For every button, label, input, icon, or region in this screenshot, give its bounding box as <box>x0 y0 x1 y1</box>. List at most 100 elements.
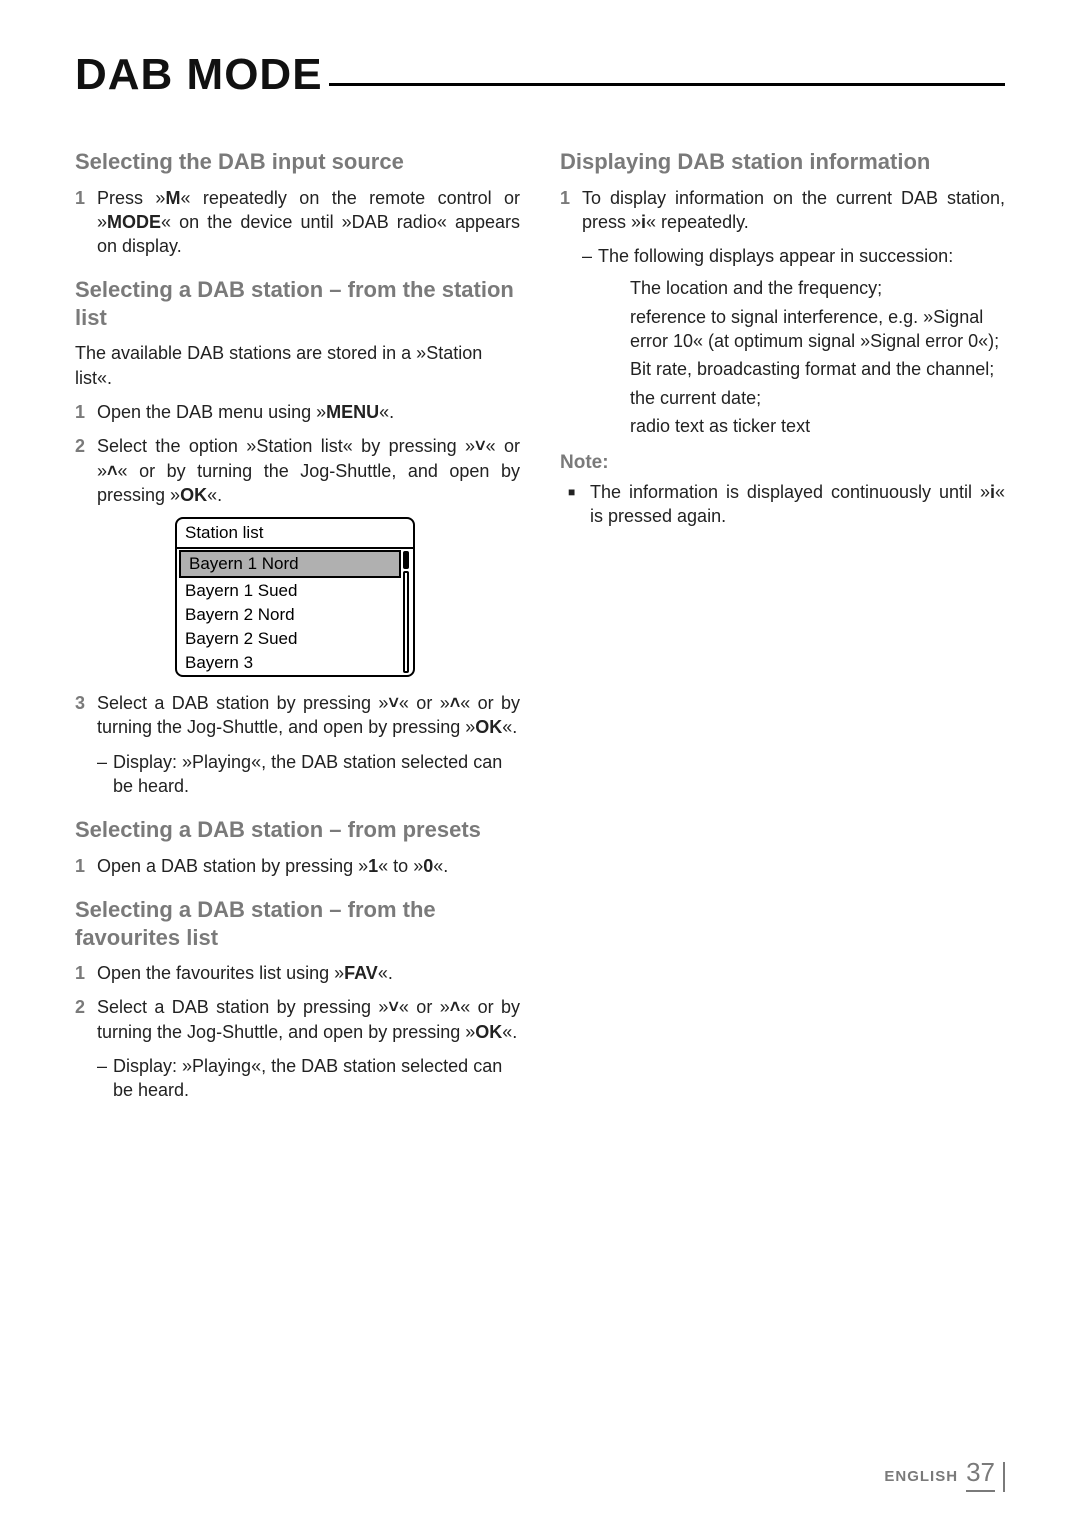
step-number: 3 <box>75 691 97 740</box>
step: 3 Select a DAB station by pressing »˅« o… <box>75 691 520 740</box>
sub-body: Display: »Playing«, the DAB station sele… <box>113 1054 520 1103</box>
text: Select a DAB station by pressing » <box>97 693 388 713</box>
step: 1 Open a DAB station by pressing »1« to … <box>75 854 520 878</box>
title-row: DAB MODE <box>75 50 1005 100</box>
text: « to » <box>378 856 423 876</box>
text: Select the option »Station list« by pres… <box>97 436 475 456</box>
key-1: 1 <box>368 856 378 876</box>
list-item: Bayern 2 Nord <box>177 603 401 627</box>
scroll-thumb <box>403 551 409 569</box>
note-body: The information is displayed continuousl… <box>590 480 1005 529</box>
down-icon: ˅ <box>475 436 486 456</box>
step: 1 Press »M« repeatedly on the remote con… <box>75 186 520 259</box>
step-number: 2 <box>75 434 97 507</box>
sub-step: – Display: »Playing«, the DAB station se… <box>97 1054 520 1103</box>
step-number: 1 <box>75 186 97 259</box>
title-rule <box>329 83 1005 86</box>
dash: – <box>582 244 598 268</box>
step-number: 1 <box>75 854 97 878</box>
up-icon: ˄ <box>450 997 461 1017</box>
key-ok: OK <box>475 717 502 737</box>
up-icon: ˄ <box>107 461 118 481</box>
text: « or » <box>399 693 450 713</box>
list-item: Bayern 3 <box>177 651 401 675</box>
section-heading: Selecting a DAB station – from the stati… <box>75 276 520 331</box>
dash: – <box>97 1054 113 1103</box>
key-menu: MENU <box>326 402 379 422</box>
key-ok: OK <box>180 485 207 505</box>
step: 2 Select a DAB station by pressing »˅« o… <box>75 995 520 1044</box>
step-number: 1 <box>75 961 97 985</box>
text: Press » <box>97 188 165 208</box>
section-heading: Selecting a DAB station – from the favou… <box>75 896 520 951</box>
sub-step: – Display: »Playing«, the DAB station se… <box>97 750 520 799</box>
step: 1 Open the DAB menu using »MENU«. <box>75 400 520 424</box>
list-item: Bayern 2 Sued <box>177 627 401 651</box>
text: « on the device until »DAB radio« appear… <box>97 212 520 256</box>
listbox-title: Station list <box>177 519 413 549</box>
step-number: 1 <box>560 186 582 235</box>
page-title: DAB MODE <box>75 50 323 100</box>
key-m: M <box>165 188 180 208</box>
page-footer: ENGLISH 37 <box>884 1457 1005 1492</box>
step-body: Select a DAB station by pressing »˅« or … <box>97 691 520 740</box>
left-column: Selecting the DAB input source 1 Press »… <box>75 130 520 1111</box>
step-body: Open the favourites list using »FAV«. <box>97 961 520 985</box>
step-body: Press »M« repeatedly on the remote contr… <box>97 186 520 259</box>
step: 2 Select the option »Station list« by pr… <box>75 434 520 507</box>
text: Select a DAB station by pressing » <box>97 997 388 1017</box>
text: «. <box>502 717 517 737</box>
text: « or by turning the Jog-Shuttle, and ope… <box>97 461 520 505</box>
step-body: Open a DAB station by pressing »1« to »0… <box>97 854 520 878</box>
scrollbar <box>401 549 413 675</box>
note-heading: Note: <box>560 452 1005 474</box>
step: 1 To display information on the current … <box>560 186 1005 235</box>
text: «. <box>502 1022 517 1042</box>
station-list-illustration: Station list Bayern 1 Nord Bayern 1 Sued… <box>175 517 415 677</box>
sub-body: Display: »Playing«, the DAB station sele… <box>113 750 520 799</box>
section-heading: Selecting the DAB input source <box>75 148 520 176</box>
footer-bar <box>1003 1462 1005 1492</box>
sub-line: radio text as ticker text <box>630 414 1005 438</box>
up-icon: ˄ <box>450 693 461 713</box>
text: « or » <box>399 997 450 1017</box>
key-mode: MODE <box>107 212 161 232</box>
footer-language: ENGLISH <box>884 1468 958 1485</box>
sub-line: reference to signal interference, e.g. »… <box>630 305 1005 354</box>
sub-body: The following displays appear in success… <box>598 244 1005 268</box>
sub-line: Bit rate, broadcasting format and the ch… <box>630 357 1005 381</box>
dash: – <box>97 750 113 799</box>
key-fav: FAV <box>344 963 378 983</box>
list-item: Bayern 1 Nord <box>179 550 401 578</box>
step-body: Select a DAB station by pressing »˅« or … <box>97 995 520 1044</box>
key-0: 0 <box>423 856 433 876</box>
section-heading: Selecting a DAB station – from presets <box>75 816 520 844</box>
list-item: Bayern 1 Sued <box>177 579 401 603</box>
paragraph: The available DAB stations are stored in… <box>75 341 520 390</box>
down-icon: ˅ <box>388 693 399 713</box>
listbox-items: Bayern 1 Nord Bayern 1 Sued Bayern 2 Nor… <box>177 549 401 675</box>
text: «. <box>379 402 394 422</box>
page: DAB MODE Selecting the DAB input source … <box>0 0 1080 1532</box>
scroll-track <box>403 571 409 673</box>
step-body: Select the option »Station list« by pres… <box>97 434 520 507</box>
text: «. <box>378 963 393 983</box>
step-number: 1 <box>75 400 97 424</box>
down-icon: ˅ <box>388 997 399 1017</box>
key-ok: OK <box>475 1022 502 1042</box>
note-bullet: ■ The information is displayed continuou… <box>568 480 1005 529</box>
step: 1 Open the favourites list using »FAV«. <box>75 961 520 985</box>
text: «. <box>207 485 222 505</box>
two-columns: Selecting the DAB input source 1 Press »… <box>75 130 1005 1111</box>
listbox-body: Bayern 1 Nord Bayern 1 Sued Bayern 2 Nor… <box>177 549 413 675</box>
section-heading: Displaying DAB station information <box>560 148 1005 176</box>
text: « repeatedly. <box>646 212 749 232</box>
text: Open a DAB station by pressing » <box>97 856 368 876</box>
sub-line: the current date; <box>630 386 1005 410</box>
footer-page-number: 37 <box>966 1457 995 1492</box>
right-column: Displaying DAB station information 1 To … <box>560 130 1005 1111</box>
text: Open the DAB menu using » <box>97 402 326 422</box>
square-icon: ■ <box>568 480 590 529</box>
text: Open the favourites list using » <box>97 963 344 983</box>
text: «. <box>433 856 448 876</box>
